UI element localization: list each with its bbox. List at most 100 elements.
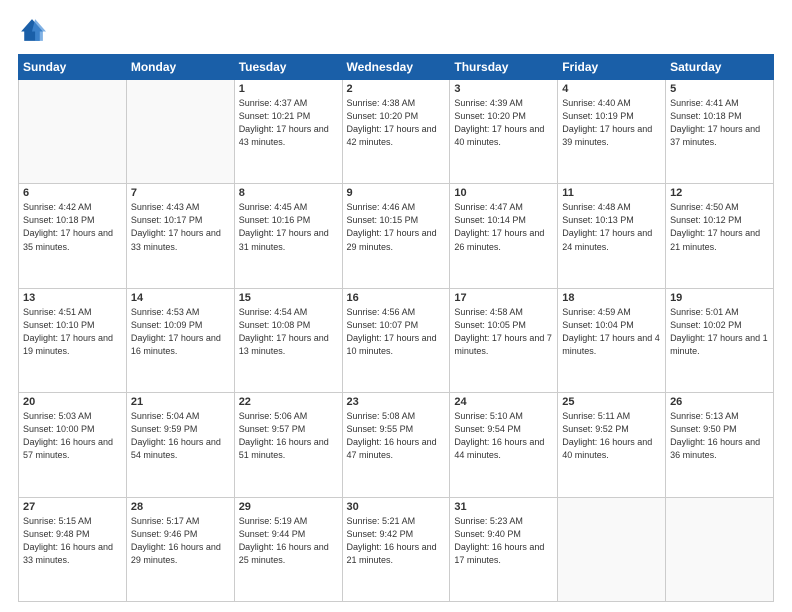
day-number: 8 [239,187,338,199]
cell-info: Sunrise: 4:56 AM Sunset: 10:07 PM Daylig… [347,306,446,358]
calendar-cell: 29 Sunrise: 5:19 AM Sunset: 9:44 PM Dayli… [234,497,342,601]
calendar-cell: 12 Sunrise: 4:50 AM Sunset: 10:12 PM Dayl… [666,184,774,288]
calendar-cell [558,497,666,601]
calendar-cell: 5 Sunrise: 4:41 AM Sunset: 10:18 PM Dayli… [666,80,774,184]
day-number: 25 [562,396,661,408]
weekday-header: Tuesday [234,55,342,80]
day-number: 10 [454,187,553,199]
day-number: 11 [562,187,661,199]
cell-info: Sunrise: 4:39 AM Sunset: 10:20 PM Daylig… [454,97,553,149]
calendar-cell: 24 Sunrise: 5:10 AM Sunset: 9:54 PM Dayli… [450,393,558,497]
calendar-cell: 3Sunrise: 4:39 AM Sunset: 10:20 PM Dayli… [450,80,558,184]
day-number: 5 [670,83,769,95]
calendar-week-row: 20Sunrise: 5:03 AM Sunset: 10:00 PM Dayl… [19,393,774,497]
cell-info: Sunrise: 5:17 AM Sunset: 9:46 PM Dayligh… [131,515,230,567]
day-number: 4 [562,83,661,95]
cell-info: Sunrise: 4:59 AM Sunset: 10:04 PM Daylig… [562,306,661,358]
cell-info: Sunrise: 4:38 AM Sunset: 10:20 PM Daylig… [347,97,446,149]
calendar-cell: 23 Sunrise: 5:08 AM Sunset: 9:55 PM Dayli… [342,393,450,497]
calendar-cell: 25 Sunrise: 5:11 AM Sunset: 9:52 PM Dayli… [558,393,666,497]
cell-info: Sunrise: 5:08 AM Sunset: 9:55 PM Dayligh… [347,410,446,462]
cell-info: Sunrise: 5:19 AM Sunset: 9:44 PM Dayligh… [239,515,338,567]
day-number: 18 [562,292,661,304]
weekday-header-row: SundayMondayTuesdayWednesdayThursdayFrid… [19,55,774,80]
cell-info: Sunrise: 4:42 AM Sunset: 10:18 PM Daylig… [23,201,122,253]
cell-info: Sunrise: 4:40 AM Sunset: 10:19 PM Daylig… [562,97,661,149]
cell-info: Sunrise: 5:01 AM Sunset: 10:02 PM Daylig… [670,306,769,358]
calendar-cell: 20Sunrise: 5:03 AM Sunset: 10:00 PM Dayl… [19,393,127,497]
day-number: 20 [23,396,122,408]
day-number: 12 [670,187,769,199]
cell-info: Sunrise: 4:41 AM Sunset: 10:18 PM Daylig… [670,97,769,149]
cell-info: Sunrise: 5:13 AM Sunset: 9:50 PM Dayligh… [670,410,769,462]
calendar-week-row: 6 Sunrise: 4:42 AM Sunset: 10:18 PM Dayli… [19,184,774,288]
calendar-cell: 14Sunrise: 4:53 AM Sunset: 10:09 PM Dayl… [126,288,234,392]
page: SundayMondayTuesdayWednesdayThursdayFrid… [0,0,792,612]
day-number: 13 [23,292,122,304]
calendar-cell: 6 Sunrise: 4:42 AM Sunset: 10:18 PM Dayli… [19,184,127,288]
calendar-cell: 8 Sunrise: 4:45 AM Sunset: 10:16 PM Dayli… [234,184,342,288]
day-number: 23 [347,396,446,408]
calendar-cell: 15 Sunrise: 4:54 AM Sunset: 10:08 PM Dayl… [234,288,342,392]
calendar-table: SundayMondayTuesdayWednesdayThursdayFrid… [18,54,774,602]
calendar-cell [126,80,234,184]
cell-info: Sunrise: 4:54 AM Sunset: 10:08 PM Daylig… [239,306,338,358]
day-number: 22 [239,396,338,408]
weekday-header: Monday [126,55,234,80]
day-number: 7 [131,187,230,199]
day-number: 16 [347,292,446,304]
day-number: 24 [454,396,553,408]
calendar-week-row: 13 Sunrise: 4:51 AM Sunset: 10:10 PM Dayl… [19,288,774,392]
cell-info: Sunrise: 5:06 AM Sunset: 9:57 PM Dayligh… [239,410,338,462]
day-number: 21 [131,396,230,408]
day-number: 29 [239,501,338,513]
day-number: 6 [23,187,122,199]
cell-info: Sunrise: 4:58 AM Sunset: 10:05 PM Daylig… [454,306,553,358]
cell-info: Sunrise: 4:46 AM Sunset: 10:15 PM Daylig… [347,201,446,253]
calendar-week-row: 27 Sunrise: 5:15 AM Sunset: 9:48 PM Dayli… [19,497,774,601]
logo-icon [18,16,46,44]
calendar-cell: 1Sunrise: 4:37 AM Sunset: 10:21 PM Dayli… [234,80,342,184]
cell-info: Sunrise: 5:15 AM Sunset: 9:48 PM Dayligh… [23,515,122,567]
day-number: 2 [347,83,446,95]
day-number: 15 [239,292,338,304]
weekday-header: Saturday [666,55,774,80]
day-number: 17 [454,292,553,304]
weekday-header: Sunday [19,55,127,80]
cell-info: Sunrise: 4:50 AM Sunset: 10:12 PM Daylig… [670,201,769,253]
calendar-cell: 22 Sunrise: 5:06 AM Sunset: 9:57 PM Dayli… [234,393,342,497]
day-number: 9 [347,187,446,199]
weekday-header: Friday [558,55,666,80]
calendar-cell: 27 Sunrise: 5:15 AM Sunset: 9:48 PM Dayli… [19,497,127,601]
header [18,16,774,44]
cell-info: Sunrise: 5:04 AM Sunset: 9:59 PM Dayligh… [131,410,230,462]
cell-info: Sunrise: 4:45 AM Sunset: 10:16 PM Daylig… [239,201,338,253]
weekday-header: Wednesday [342,55,450,80]
calendar-cell: 4 Sunrise: 4:40 AM Sunset: 10:19 PM Dayli… [558,80,666,184]
calendar-cell: 10Sunrise: 4:47 AM Sunset: 10:14 PM Dayl… [450,184,558,288]
calendar-cell: 31Sunrise: 5:23 AM Sunset: 9:40 PM Dayli… [450,497,558,601]
cell-info: Sunrise: 4:48 AM Sunset: 10:13 PM Daylig… [562,201,661,253]
calendar-cell: 26 Sunrise: 5:13 AM Sunset: 9:50 PM Dayli… [666,393,774,497]
calendar-cell: 9 Sunrise: 4:46 AM Sunset: 10:15 PM Dayli… [342,184,450,288]
calendar-cell: 11 Sunrise: 4:48 AM Sunset: 10:13 PM Dayl… [558,184,666,288]
calendar-cell: 30Sunrise: 5:21 AM Sunset: 9:42 PM Dayli… [342,497,450,601]
cell-info: Sunrise: 5:11 AM Sunset: 9:52 PM Dayligh… [562,410,661,462]
day-number: 14 [131,292,230,304]
logo [18,16,50,44]
calendar-cell [666,497,774,601]
day-number: 26 [670,396,769,408]
calendar-cell: 2 Sunrise: 4:38 AM Sunset: 10:20 PM Dayli… [342,80,450,184]
calendar-week-row: 1Sunrise: 4:37 AM Sunset: 10:21 PM Dayli… [19,80,774,184]
day-number: 19 [670,292,769,304]
calendar-cell: 16 Sunrise: 4:56 AM Sunset: 10:07 PM Dayl… [342,288,450,392]
calendar-cell: 19 Sunrise: 5:01 AM Sunset: 10:02 PM Dayl… [666,288,774,392]
calendar-cell: 21 Sunrise: 5:04 AM Sunset: 9:59 PM Dayli… [126,393,234,497]
cell-info: Sunrise: 4:43 AM Sunset: 10:17 PM Daylig… [131,201,230,253]
day-number: 27 [23,501,122,513]
calendar-cell [19,80,127,184]
cell-info: Sunrise: 4:51 AM Sunset: 10:10 PM Daylig… [23,306,122,358]
cell-info: Sunrise: 5:10 AM Sunset: 9:54 PM Dayligh… [454,410,553,462]
calendar-cell: 18 Sunrise: 4:59 AM Sunset: 10:04 PM Dayl… [558,288,666,392]
day-number: 31 [454,501,553,513]
